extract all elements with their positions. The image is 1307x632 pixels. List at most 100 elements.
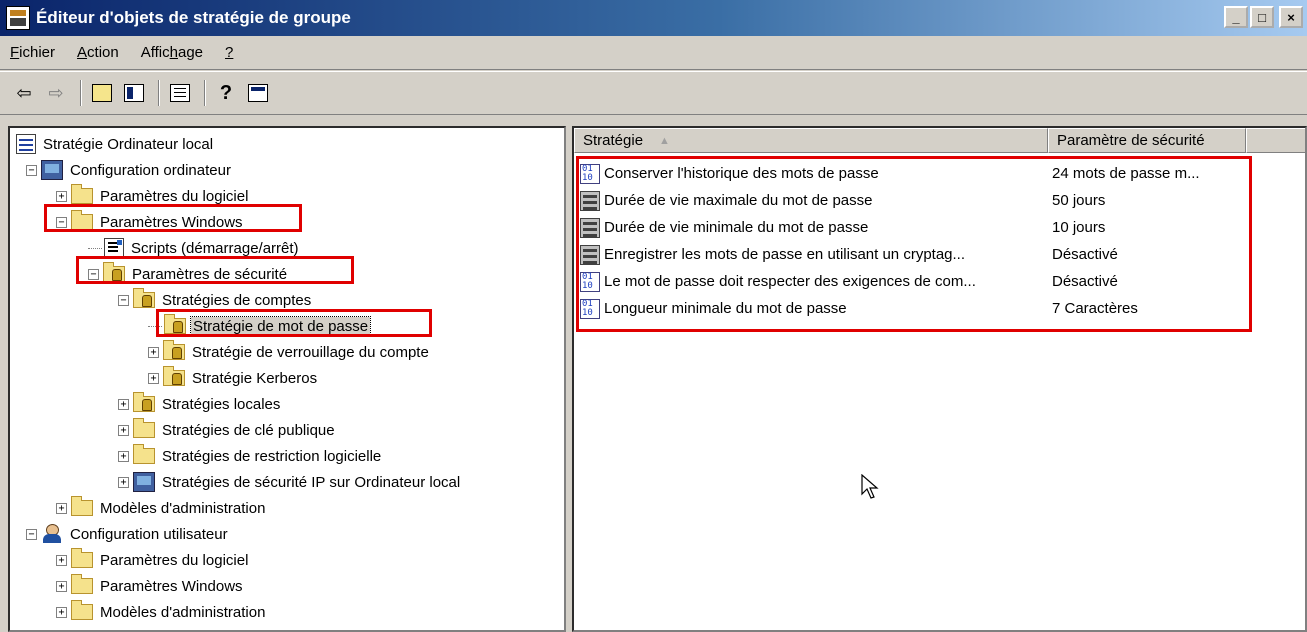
expand-toggle[interactable]: + <box>118 398 129 410</box>
toolbar: ⇦ ⇨ ? <box>0 71 1307 115</box>
secure-folder-icon <box>163 340 185 360</box>
collapse-toggle[interactable]: − <box>26 528 37 540</box>
policy-value: Désactivé <box>1052 246 1118 263</box>
tree-item-label: Stratégie de verrouillage du compte <box>192 343 429 361</box>
policy-value: 7 Caractères <box>1052 300 1138 317</box>
up-one-level-button[interactable] <box>88 79 116 107</box>
tree-item-software-restriction-policies[interactable]: + Stratégies de restriction logicielle <box>118 443 383 469</box>
column-header-empty <box>1246 128 1305 153</box>
list-item[interactable]: Durée de vie minimale du mot de passe 10… <box>580 214 1252 241</box>
collapse-toggle[interactable]: − <box>88 268 99 280</box>
list-item[interactable]: Enregistrer les mots de passe en utilisa… <box>580 241 1252 268</box>
properties-button[interactable] <box>244 79 272 107</box>
details-pane[interactable]: Stratégie ▲ Paramètre de sécurité Conser… <box>572 126 1307 632</box>
expand-toggle[interactable]: + <box>148 372 159 384</box>
collapse-toggle[interactable]: − <box>56 216 67 228</box>
minimize-button[interactable]: _ <box>1224 6 1248 28</box>
tree-item-label: Paramètres du logiciel <box>100 187 249 205</box>
expand-toggle[interactable]: + <box>56 580 67 592</box>
folder-icon <box>133 444 155 464</box>
tree-item-label: Stratégie Kerberos <box>192 369 318 387</box>
maximize-button[interactable]: □ <box>1250 6 1274 28</box>
tree-item-label: Stratégie de mot de passe <box>189 315 372 337</box>
folder-icon <box>71 184 93 204</box>
binary-policy-icon <box>580 298 600 319</box>
tree-item-scripts[interactable]: Scripts (démarrage/arrêt) <box>88 235 301 261</box>
window-controls: _ □ × <box>1224 6 1303 28</box>
tree-connector <box>148 325 162 327</box>
tree-item-user-configuration[interactable]: − Configuration utilisateur <box>26 521 230 547</box>
properties-icon <box>248 84 268 102</box>
collapse-toggle[interactable]: − <box>26 164 37 176</box>
secure-folder-icon <box>133 392 155 412</box>
folder-icon <box>71 548 93 568</box>
menu-affichage[interactable]: Affichage <box>141 44 203 61</box>
folder-icon <box>71 496 93 516</box>
folder-up-icon <box>92 84 112 102</box>
expand-toggle[interactable]: + <box>56 606 67 618</box>
list-item[interactable]: Durée de vie maximale du mot de passe 50… <box>580 187 1252 214</box>
tree-item-password-policy[interactable]: Stratégie de mot de passe <box>148 313 372 339</box>
policy-value: 10 jours <box>1052 219 1106 236</box>
tree-item-security-settings[interactable]: − Paramètres de sécurité <box>88 261 289 287</box>
tree-item-account-policies[interactable]: − Stratégies de comptes <box>118 287 313 313</box>
menu-action[interactable]: Action <box>77 44 119 61</box>
toolbar-separator <box>158 80 160 106</box>
tree-item-label: Modèles d'administration <box>100 499 266 517</box>
menu-help[interactable]: ? <box>225 44 233 61</box>
policy-name: Durée de vie maximale du mot de passe <box>604 192 873 209</box>
export-list-button[interactable] <box>166 79 194 107</box>
tree-item-user-administrative-templates[interactable]: + Modèles d'administration <box>56 599 267 625</box>
expand-toggle[interactable]: + <box>56 502 67 514</box>
tree-item-public-key-policies[interactable]: + Stratégies de clé publique <box>118 417 337 443</box>
policy-value: 24 mots de passe m... <box>1052 165 1200 182</box>
expand-toggle[interactable]: + <box>56 554 67 566</box>
collapse-toggle[interactable]: − <box>118 294 129 306</box>
list-item[interactable]: Longueur minimale du mot de passe 7 Cara… <box>580 295 1252 322</box>
tree-item-software-settings[interactable]: + Paramètres du logiciel <box>56 183 250 209</box>
help-button[interactable]: ? <box>212 79 240 107</box>
expand-toggle[interactable]: + <box>148 346 159 358</box>
list-item[interactable]: Conserver l'historique des mots de passe… <box>580 160 1252 187</box>
policy-name: Le mot de passe doit respecter des exige… <box>604 273 976 290</box>
tree-item-label: Stratégies locales <box>162 395 281 413</box>
expand-toggle[interactable]: + <box>118 450 129 462</box>
tree-item-user-windows-settings[interactable]: + Paramètres Windows <box>56 573 245 599</box>
policy-name: Durée de vie minimale du mot de passe <box>604 219 869 236</box>
server-policy-icon <box>580 190 600 211</box>
tree-item-local-computer-policy[interactable]: Stratégie Ordinateur local <box>16 131 215 157</box>
tree-item-local-policies[interactable]: + Stratégies locales <box>118 391 282 417</box>
tree-item-user-software-settings[interactable]: + Paramètres du logiciel <box>56 547 250 573</box>
tree-item-label: Stratégies de restriction logicielle <box>162 447 382 465</box>
forward-arrow-icon[interactable]: ⇨ <box>42 79 70 107</box>
back-arrow-icon[interactable]: ⇦ <box>10 79 38 107</box>
folder-icon <box>71 600 93 620</box>
close-button[interactable]: × <box>1279 6 1303 28</box>
list-item[interactable]: Le mot de passe doit respecter des exige… <box>580 268 1252 295</box>
tree-item-label: Configuration utilisateur <box>70 525 228 543</box>
column-header-security-setting[interactable]: Paramètre de sécurité <box>1048 128 1246 153</box>
column-header-policy[interactable]: Stratégie ▲ <box>574 128 1048 153</box>
tree-item-administrative-templates[interactable]: + Modèles d'administration <box>56 495 267 521</box>
tree-item-label: Stratégies de sécurité IP sur Ordinateur… <box>162 473 461 491</box>
help-icon: ? <box>219 82 233 104</box>
expand-toggle[interactable]: + <box>118 424 129 436</box>
tree-item-label: Paramètres du logiciel <box>100 551 249 569</box>
tree-item-kerberos-policy[interactable]: + Stratégie Kerberos <box>148 365 319 391</box>
tree-item-windows-settings[interactable]: − Paramètres Windows <box>56 209 245 235</box>
sort-ascending-icon: ▲ <box>659 134 670 147</box>
expand-toggle[interactable]: + <box>118 476 129 488</box>
tree-item-computer-configuration[interactable]: − Configuration ordinateur <box>26 157 233 183</box>
console-tree-pane[interactable]: Stratégie Ordinateur local − Configurati… <box>8 126 566 632</box>
secure-folder-icon <box>133 288 155 308</box>
column-header-label: Stratégie <box>583 132 644 149</box>
secure-folder-icon <box>103 262 125 282</box>
network-computer-icon <box>133 472 155 492</box>
menu-fichier[interactable]: Fichier <box>10 44 55 61</box>
title-bar: Éditeur d'objets de stratégie de groupe … <box>0 0 1307 36</box>
show-hide-tree-button[interactable] <box>120 79 148 107</box>
tree-item-account-lockout-policy[interactable]: + Stratégie de verrouillage du compte <box>148 339 431 365</box>
tree-item-label: Stratégies de clé publique <box>162 421 335 439</box>
expand-toggle[interactable]: + <box>56 190 67 202</box>
tree-item-ip-security-policies[interactable]: + Stratégies de sécurité IP sur Ordinate… <box>118 469 462 495</box>
